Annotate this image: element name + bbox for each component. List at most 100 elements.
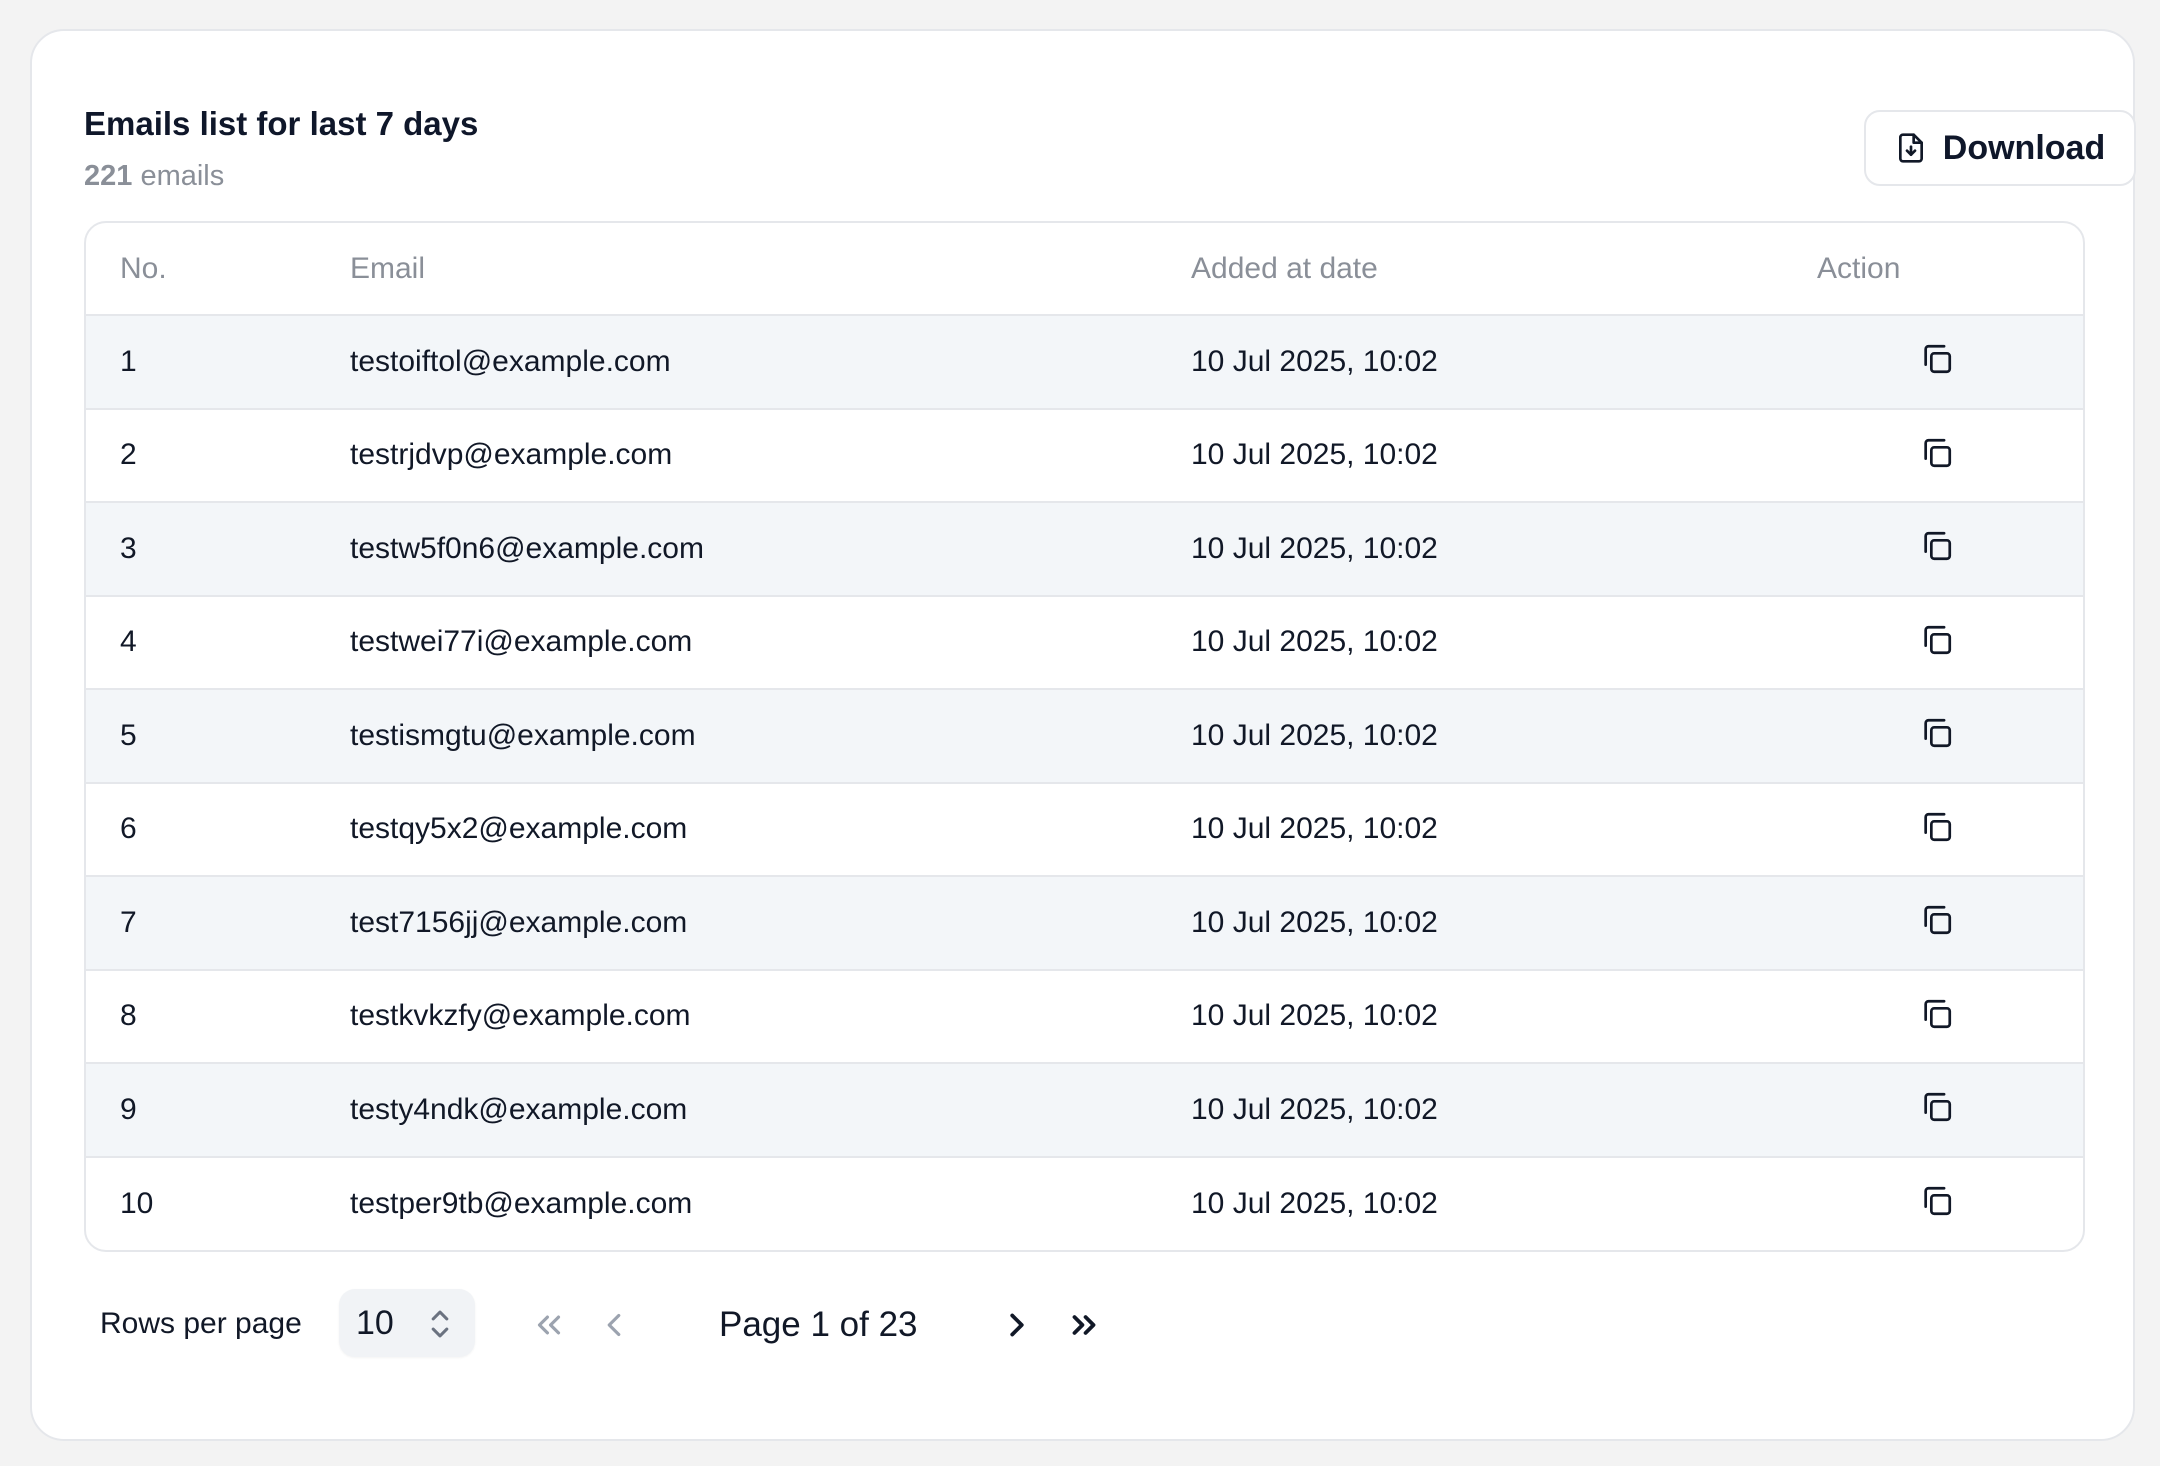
copy-icon [1920,716,1954,750]
table-row: 7 test7156jj@example.com 10 Jul 2025, 10:0… [86,876,2083,971]
table-row: 9 testy4ndk@example.com 10 Jul 2025, 10:02 [86,1063,2083,1158]
row-number: 7 [86,876,350,971]
chevron-right-icon [998,1306,1036,1344]
first-page-button[interactable] [527,1303,571,1347]
email-count: 221 emails [84,160,224,193]
page-indicator: Page 1 of 23 [719,1305,918,1344]
row-date: 10 Jul 2025, 10:02 [1191,595,1817,690]
table-row: 5 testismgtu@example.com 10 Jul 2025, 10:0… [86,689,2083,784]
column-header-no: No. [86,223,350,316]
row-action [1817,782,2083,877]
copy-button[interactable] [1917,339,1957,379]
last-page-button[interactable] [1062,1303,1106,1347]
table-row: 2 testrjdvp@example.com 10 Jul 2025, 10:02 [86,408,2083,503]
copy-icon [1920,342,1954,376]
copy-icon [1920,810,1954,844]
row-date: 10 Jul 2025, 10:02 [1191,408,1817,503]
row-date: 10 Jul 2025, 10:02 [1191,1186,1438,1220]
chevron-up-down-icon [429,1307,451,1341]
table-header-row: No. Email Added at date Action [86,223,2083,316]
table-row: 1 testoiftol@example.com 10 Jul 2025, 10:0… [86,315,2083,410]
copy-icon [1920,1090,1954,1124]
row-number: 1 [86,315,350,410]
row-number: 6 [86,782,350,877]
emails-table: No. Email Added at date Action 1 testoift… [84,221,2085,1252]
table-row: 4 testwei77i@example.com 10 Jul 2025, 10:0… [86,595,2083,690]
row-action [1817,689,2083,784]
card-header: Emails list for last 7 days 221 emails D… [84,79,2136,192]
row-email: testrjdvp@example.com [350,408,1191,503]
column-header-email: Email [350,223,1191,316]
row-number: 2 [86,408,350,503]
email-count-number: 221 [84,160,133,192]
row-date: 10 Jul 2025, 10:02 [1191,969,1817,1064]
chevron-left-icon [595,1306,633,1344]
download-label: Download [1942,128,2106,167]
row-date: 10 Jul 2025, 10:02 [1191,876,1817,971]
copy-button[interactable] [1917,620,1957,660]
copy-button[interactable] [1917,713,1957,753]
row-email: test7156jj@example.com [350,876,1191,971]
rows-per-page-select[interactable]: 10 [339,1289,475,1357]
row-action [1817,1157,2083,1251]
row-number: 5 [86,689,350,784]
chevrons-right-icon [1065,1306,1103,1344]
copy-icon [1920,436,1954,470]
copy-button[interactable] [1917,900,1957,940]
row-date: 10 Jul 2025, 10:02 [1191,1063,1817,1158]
pagination: Rows per page 10 Page 1 of 23 [84,1289,1184,1359]
column-header-action: Action [1817,223,2083,316]
row-action [1817,502,2083,597]
row-date: 10 Jul 2025, 10:02 [1191,689,1817,784]
row-email: testoiftol@example.com [350,315,1191,410]
row-number: 4 [86,595,350,690]
page-title: Emails list for last 7 days [84,105,479,142]
table-row: 3 testw5f0n6@example.com 10 Jul 2025, 10:0… [86,502,2083,597]
row-email: testper9tb@example.com [350,1186,693,1220]
previous-page-button[interactable] [592,1303,636,1347]
next-page-button[interactable] [995,1303,1039,1347]
copy-button[interactable] [1917,1181,1957,1221]
copy-button[interactable] [1917,807,1957,847]
column-header-date: Added at date [1191,223,1817,316]
row-email: testqy5x2@example.com [350,782,1191,877]
row-email: testy4ndk@example.com [350,1063,1191,1158]
copy-button[interactable] [1917,526,1957,566]
copy-icon [1920,529,1954,563]
copy-button[interactable] [1917,433,1957,473]
copy-icon [1920,623,1954,657]
row-action [1817,408,2083,503]
copy-icon [1920,1184,1954,1218]
row-email: testwei77i@example.com [350,595,1191,690]
table-body: 1 testoiftol@example.com 10 Jul 2025, 10:0… [86,315,2083,1250]
row-number: 3 [86,502,350,597]
table-row: 6 testqy5x2@example.com 10 Jul 2025, 10:02 [86,782,2083,877]
row-number: 8 [86,969,350,1064]
row-number: 9 [86,1063,350,1158]
copy-icon [1920,903,1954,937]
row-action [1817,595,2083,690]
copy-button[interactable] [1917,994,1957,1034]
row-action [1817,1063,2083,1158]
row-action [1817,969,2083,1064]
emails-card: Emails list for last 7 days 221 emails D… [30,29,2136,1441]
rows-per-page-value: 10 [356,1303,394,1342]
copy-button[interactable] [1917,1087,1957,1127]
file-download-icon [1895,132,1927,164]
row-email: testw5f0n6@example.com [350,502,1191,597]
row-email: testkvkzfy@example.com [350,969,1191,1064]
email-count-suffix: emails [132,160,225,192]
copy-icon [1920,997,1954,1031]
row-date: 10 Jul 2025, 10:02 [1191,502,1817,597]
download-button[interactable]: Download [1864,110,2136,186]
chevrons-left-icon [530,1306,568,1344]
row-date: 10 Jul 2025, 10:02 [1191,782,1817,877]
row-date: 10 Jul 2025, 10:02 [1191,315,1817,410]
table-row: 10 testper9tb@example.com 10 Jul 2025, 10:… [86,1157,2083,1251]
table-row: 8 testkvkzfy@example.com 10 Jul 2025, 10:0… [86,969,2083,1064]
row-action [1817,315,2083,410]
rows-per-page-label: Rows per page [100,1307,302,1340]
row-number: 10 [120,1186,154,1220]
row-action [1817,876,2083,971]
row-email: testismgtu@example.com [350,689,1191,784]
